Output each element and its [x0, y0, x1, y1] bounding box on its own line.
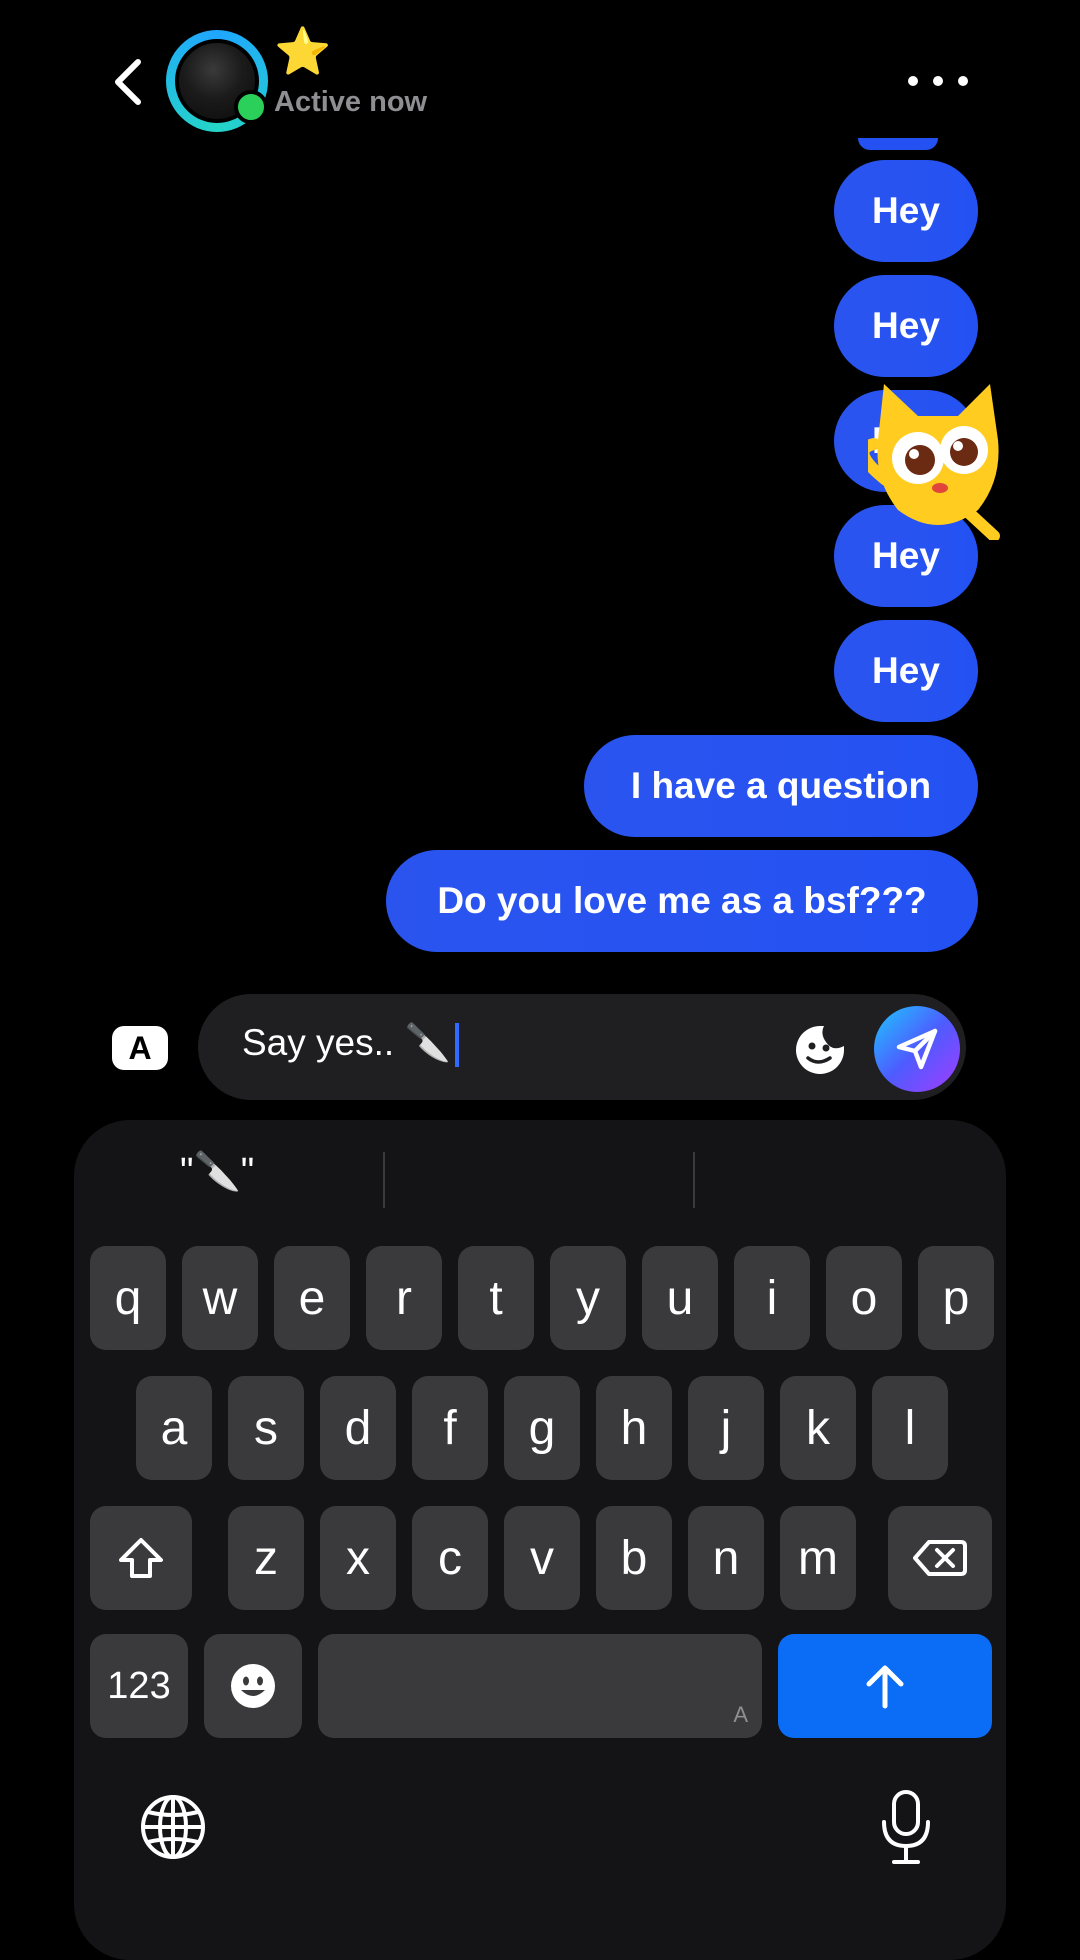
chevron-left-icon: [115, 59, 141, 105]
typed-text: Say yes.. 🔪: [242, 1022, 451, 1063]
key-t[interactable]: t: [458, 1246, 534, 1350]
key-a[interactable]: a: [136, 1376, 212, 1480]
key-z[interactable]: z: [228, 1506, 304, 1610]
key-y[interactable]: y: [550, 1246, 626, 1350]
key-p[interactable]: p: [918, 1246, 994, 1350]
more-dot: [958, 76, 968, 86]
shift-key[interactable]: [90, 1506, 192, 1610]
more-options-button[interactable]: [908, 66, 968, 96]
more-dot: [908, 76, 918, 86]
key-h[interactable]: h: [596, 1376, 672, 1480]
message-bubble[interactable]: Hey: [834, 275, 978, 377]
message-bubble[interactable]: I have a question: [584, 735, 978, 837]
message-bubble[interactable]: Hey: [834, 620, 978, 722]
suggestion-divider: [693, 1152, 695, 1208]
online-indicator: [234, 90, 268, 124]
key-m[interactable]: m: [780, 1506, 856, 1610]
space-key[interactable]: A: [318, 1634, 762, 1738]
message-bubble[interactable]: Hey: [834, 160, 978, 262]
key-e[interactable]: e: [274, 1246, 350, 1350]
numbers-key[interactable]: 123: [90, 1634, 188, 1738]
key-v[interactable]: v: [504, 1506, 580, 1610]
backspace-icon: [913, 1540, 967, 1576]
key-w[interactable]: w: [182, 1246, 258, 1350]
key-g[interactable]: g: [504, 1376, 580, 1480]
suggestion-divider: [383, 1152, 385, 1208]
text-caret: [454, 1023, 459, 1068]
key-j[interactable]: j: [688, 1376, 764, 1480]
microphone-icon[interactable]: [878, 1788, 934, 1868]
key-q[interactable]: q: [90, 1246, 166, 1350]
key-i[interactable]: i: [734, 1246, 810, 1350]
space-key-mark: A: [733, 1702, 748, 1727]
emoji-key[interactable]: [204, 1634, 302, 1738]
sticker-icon[interactable]: [792, 1022, 848, 1078]
message-input-text[interactable]: Say yes.. 🔪: [242, 1022, 459, 1068]
key-o[interactable]: o: [826, 1246, 902, 1350]
more-dot: [933, 76, 943, 86]
key-f[interactable]: f: [412, 1376, 488, 1480]
back-button[interactable]: [100, 52, 160, 112]
key-x[interactable]: x: [320, 1506, 396, 1610]
return-key[interactable]: [778, 1634, 992, 1738]
text-style-button[interactable]: A: [112, 1026, 168, 1070]
message-bubble[interactable]: Do you love me as a bsf???: [386, 850, 978, 952]
cat-sticker-icon[interactable]: [868, 380, 1008, 540]
backspace-key[interactable]: [888, 1506, 992, 1610]
key-n[interactable]: n: [688, 1506, 764, 1610]
arrow-up-icon: [866, 1665, 904, 1709]
key-u[interactable]: u: [642, 1246, 718, 1350]
avatar[interactable]: [166, 30, 268, 132]
key-r[interactable]: r: [366, 1246, 442, 1350]
key-k[interactable]: k: [780, 1376, 856, 1480]
send-icon: [896, 1028, 938, 1070]
send-button[interactable]: [874, 1006, 960, 1092]
key-d[interactable]: d: [320, 1376, 396, 1480]
emoji-icon: [231, 1664, 275, 1708]
previous-message-edge: [858, 138, 938, 150]
key-c[interactable]: c: [412, 1506, 488, 1610]
star-emoji: ⭐: [274, 25, 332, 77]
key-s[interactable]: s: [228, 1376, 304, 1480]
key-l[interactable]: l: [872, 1376, 948, 1480]
globe-icon[interactable]: [140, 1794, 206, 1860]
key-b[interactable]: b: [596, 1506, 672, 1610]
shift-icon: [119, 1538, 163, 1578]
keyboard-suggestion[interactable]: "🔪": [180, 1150, 254, 1194]
active-status: Active now: [274, 86, 428, 118]
